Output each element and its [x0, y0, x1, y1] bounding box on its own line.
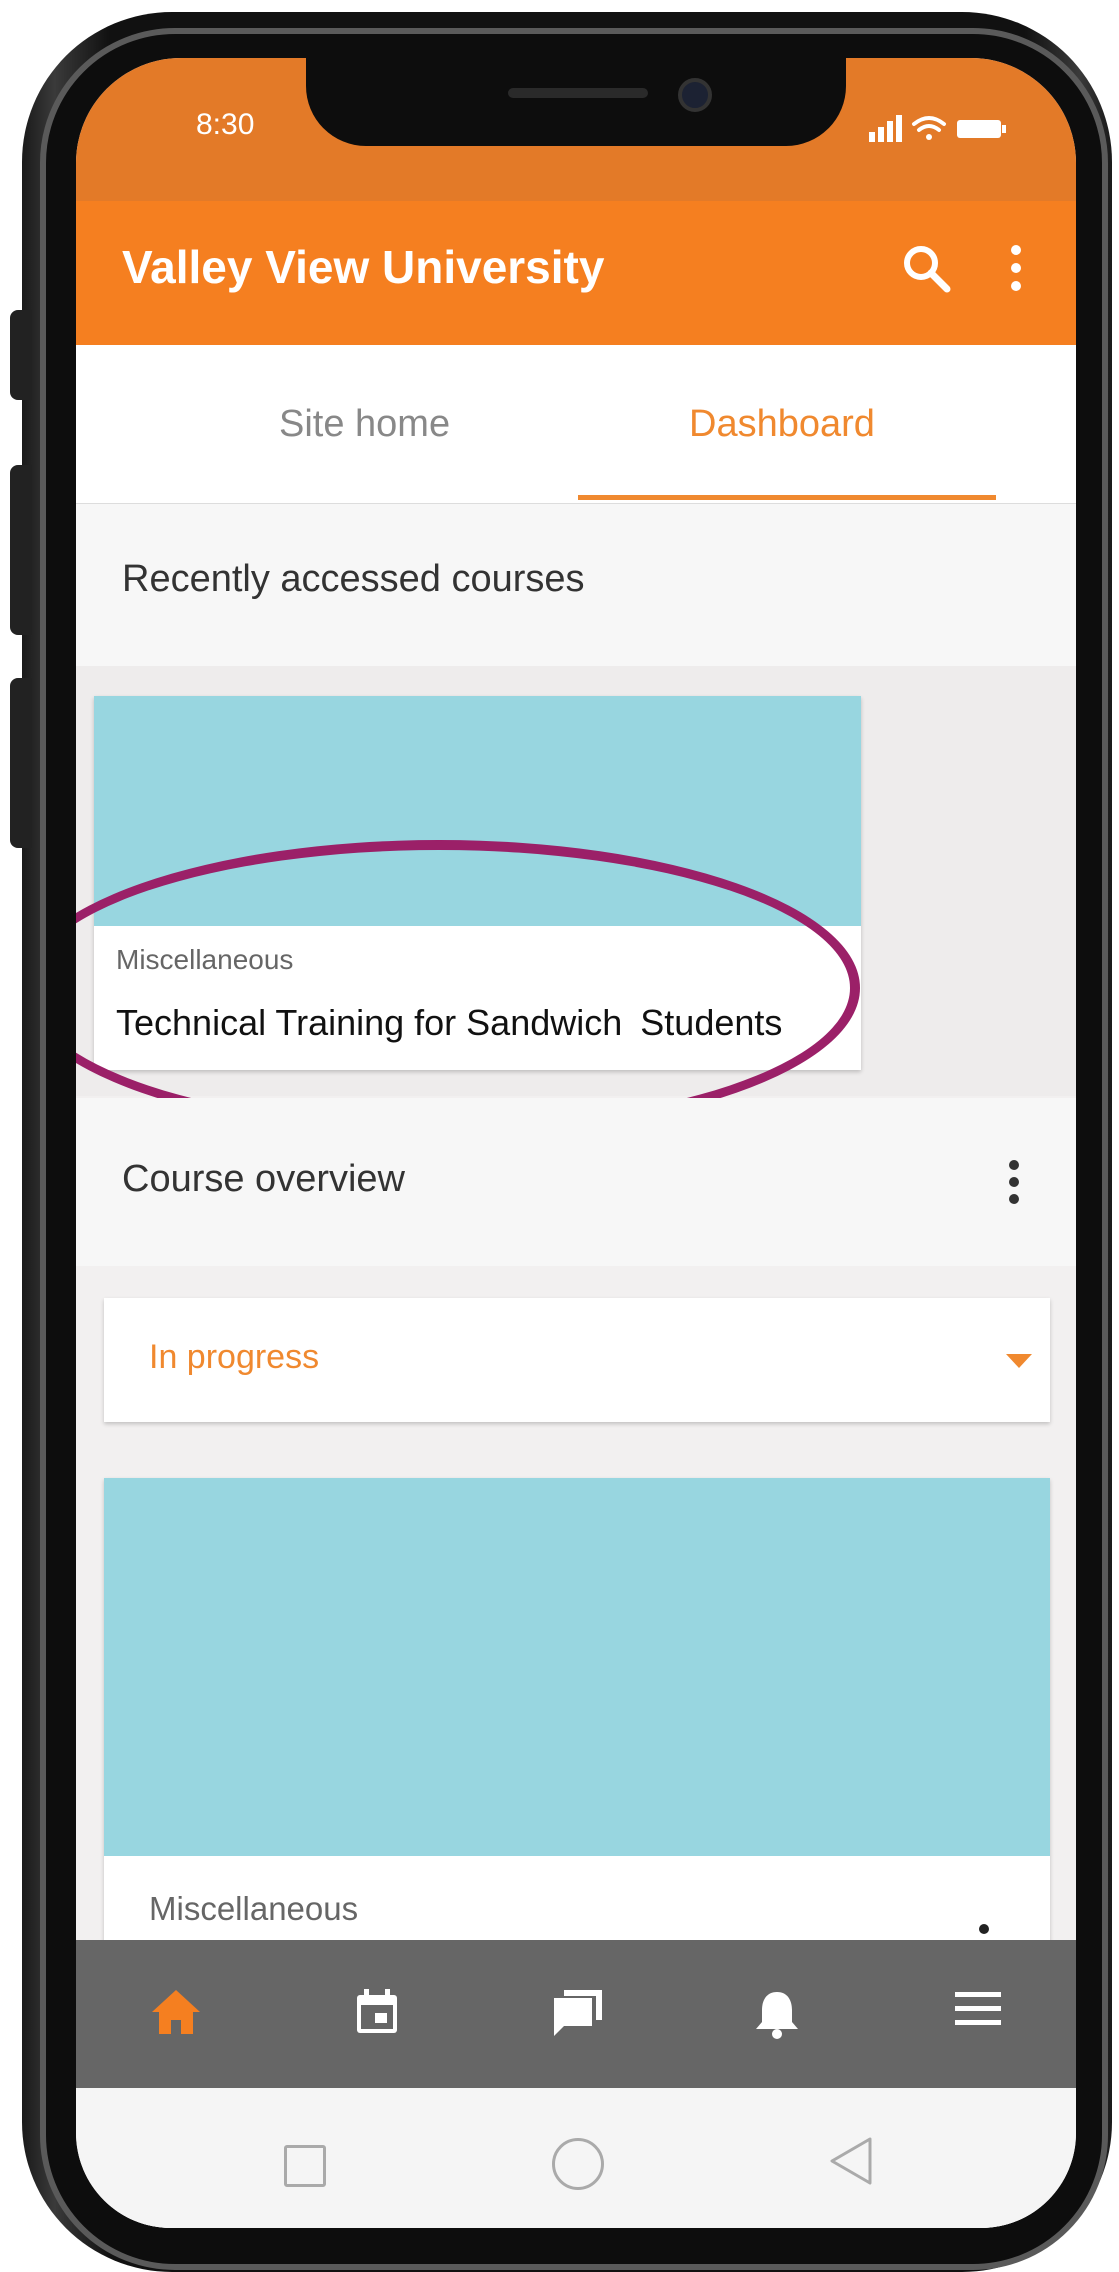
- phone-screen: 8:30 Valley View University Site home Da…: [76, 58, 1076, 2228]
- search-icon[interactable]: [901, 243, 953, 295]
- app-title: Valley View University: [122, 241, 605, 293]
- back-button[interactable]: [828, 2136, 874, 2186]
- notch: [306, 58, 846, 146]
- course-overview-title: Course overview: [122, 1158, 405, 1200]
- status-icons: [869, 115, 1006, 142]
- notifications-icon[interactable]: [754, 1988, 800, 2040]
- front-camera: [678, 78, 712, 112]
- more-vertical-icon[interactable]: [1008, 244, 1024, 292]
- recents-button[interactable]: [284, 2145, 326, 2187]
- calendar-icon[interactable]: [353, 1988, 401, 2036]
- home-button[interactable]: [552, 2138, 604, 2190]
- signal-icon: [869, 115, 902, 142]
- speaker-grille: [508, 88, 648, 98]
- course-filter-value: In progress: [149, 1338, 320, 1376]
- home-icon[interactable]: [150, 1988, 202, 2036]
- messages-icon[interactable]: [552, 1988, 606, 2038]
- tab-dashboard[interactable]: Dashboard: [689, 403, 875, 446]
- volume-up-button: [10, 465, 32, 635]
- course-category: Miscellaneous: [149, 1890, 359, 1927]
- status-time: 8:30: [196, 108, 255, 141]
- mute-switch: [10, 310, 32, 400]
- dropdown-caret-icon: [1006, 1354, 1032, 1368]
- recent-courses-title: Recently accessed courses: [122, 558, 585, 600]
- active-tab-indicator: [578, 495, 996, 500]
- tab-bar: [76, 345, 1076, 504]
- overview-more-icon[interactable]: [1007, 1160, 1021, 1204]
- menu-icon[interactable]: [953, 1988, 1003, 2028]
- course-menu-icon[interactable]: [979, 1924, 989, 1934]
- volume-down-button: [10, 678, 32, 848]
- course-image: [104, 1478, 1050, 1856]
- battery-icon: [957, 120, 1006, 138]
- tab-site-home[interactable]: Site home: [279, 403, 450, 446]
- wifi-icon: [912, 116, 946, 140]
